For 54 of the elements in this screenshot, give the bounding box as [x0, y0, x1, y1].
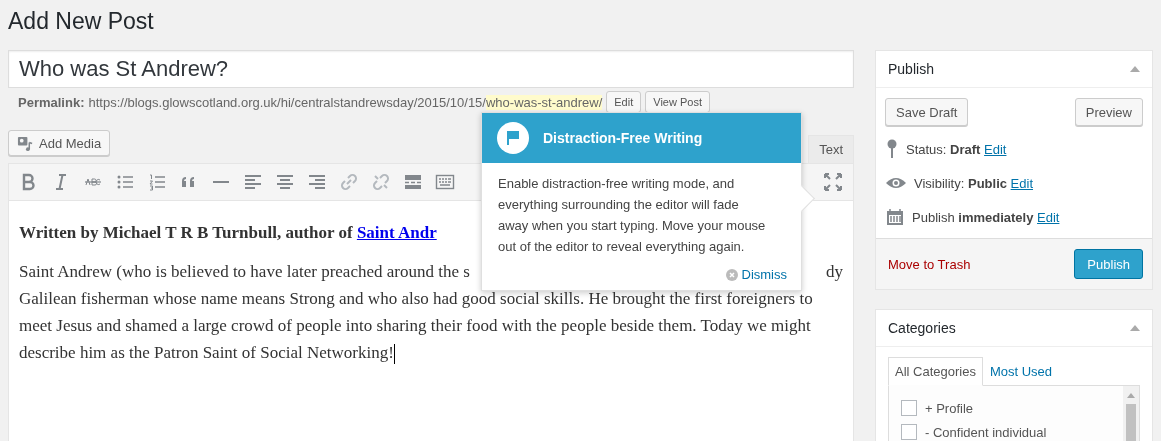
- page-title: Add New Post: [7, 7, 155, 36]
- pin-icon: [886, 139, 898, 159]
- category-label: + Profile: [925, 400, 974, 416]
- publish-setting: Visibility: Public Edit: [914, 175, 1033, 191]
- paragraph-line: Saint Andrew (who is believed to have later preached around the s: [19, 261, 470, 283]
- fullscreen-icon[interactable]: [823, 172, 843, 192]
- eye-icon: [886, 177, 906, 189]
- checkbox[interactable]: [901, 424, 917, 440]
- calendar-icon: [886, 208, 904, 226]
- collapse-arrow-icon[interactable]: [1130, 325, 1140, 331]
- category-label: - Confident individual: [925, 424, 1047, 440]
- edit-link[interactable]: Edit: [1037, 209, 1060, 225]
- checkbox[interactable]: [901, 400, 917, 416]
- align-left-icon[interactable]: [243, 172, 263, 192]
- link-icon[interactable]: [339, 172, 359, 192]
- close-icon: [725, 268, 738, 281]
- byline-text: Written by Michael T R B Turnbull, author of Saint Andr: [19, 222, 437, 244]
- save-draft-button[interactable]: Save Draft: [885, 98, 969, 126]
- paragraph-line-end: dy: [826, 261, 843, 283]
- view-post-button[interactable]: View Post: [645, 91, 710, 113]
- tooltip-text: Enable distraction-free writing mode, and everything surrounding the editor will fade away when you start typing. Move your mouse out of the editor to reveal everything again.: [497, 175, 767, 256]
- unlink-icon[interactable]: [371, 172, 391, 192]
- flag-icon: [497, 122, 529, 154]
- preview-button[interactable]: Preview: [1074, 98, 1143, 126]
- scroll-up-icon[interactable]: [1127, 393, 1135, 398]
- move-to-trash-link[interactable]: Move to Trash: [888, 256, 971, 272]
- title-field[interactable]: Who was St Andrew?: [8, 50, 854, 88]
- text-cursor: [393, 344, 395, 365]
- read-more-icon[interactable]: [403, 172, 423, 192]
- toolbar-toggle-icon[interactable]: [435, 172, 455, 192]
- paragraph-line: meet Jesus and shamed a large crowd of people into sharing their food with the people beside them. Today we might: [19, 315, 812, 337]
- add-media-button[interactable]: Add Media: [8, 130, 111, 156]
- dismiss-link[interactable]: Dismiss: [725, 267, 787, 282]
- permalink-url: https://blogs.glowscotland.org.uk/hi/centralstandrewsday/2015/10/15/who-was-st-andrew/: [88, 94, 603, 110]
- permalink-label: Permalink:: [18, 94, 85, 110]
- edit-link[interactable]: Edit: [1010, 175, 1033, 191]
- editor-tab[interactable]: Text: [808, 135, 854, 163]
- align-right-icon[interactable]: [307, 172, 327, 192]
- paragraph-line: Galilean fisherman whose name means Strong and who also had good social skills. He brought the first foreigners to: [19, 288, 814, 310]
- numbered-list-icon[interactable]: [147, 172, 167, 192]
- align-center-icon[interactable]: [275, 172, 295, 192]
- edit-link[interactable]: Edit: [984, 141, 1007, 157]
- category-tab[interactable]: Most Used: [982, 357, 1060, 386]
- paragraph-line: describe him as the Patron Saint of Social Networking!: [19, 339, 843, 366]
- collapse-arrow-icon[interactable]: [1130, 66, 1140, 72]
- edit-permalink-button[interactable]: Edit: [606, 91, 642, 113]
- panel-title: Publish: [888, 61, 934, 77]
- publish-setting: Publish immediately Edit: [912, 209, 1060, 225]
- tooltip-title: Distraction-Free Writing: [543, 130, 703, 146]
- category-tab[interactable]: All Categories: [888, 357, 983, 386]
- book-link[interactable]: Saint Andr: [356, 223, 437, 242]
- panel-title: Categories: [888, 320, 956, 336]
- publish-setting: Status: Draft Edit: [906, 141, 1007, 157]
- media-icon: [17, 134, 34, 152]
